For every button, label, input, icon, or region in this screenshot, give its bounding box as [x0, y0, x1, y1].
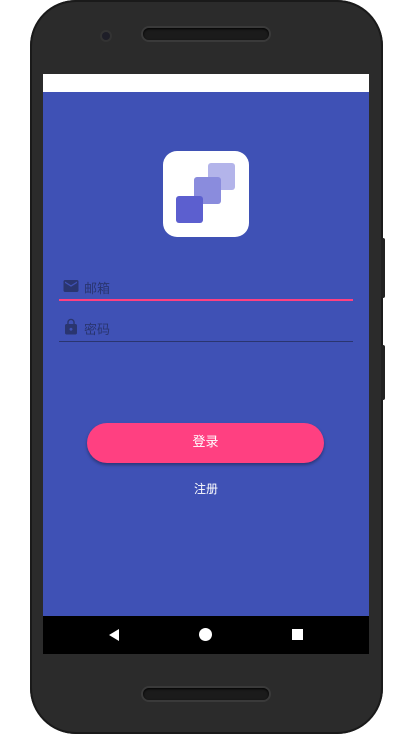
nav-home-icon[interactable] [199, 628, 212, 641]
lock-icon [65, 318, 77, 335]
power-button [381, 345, 385, 400]
nav-recent-icon[interactable] [292, 629, 303, 640]
email-underline [59, 299, 353, 301]
password-underline [59, 341, 353, 342]
app-screen: 邮箱 密码 登录 注册 [43, 74, 369, 654]
envelope-icon [63, 280, 79, 292]
nav-back-icon[interactable] [109, 629, 119, 641]
status-bar [43, 74, 369, 92]
register-link[interactable]: 注册 [176, 480, 236, 497]
email-field[interactable]: 邮箱 [59, 271, 353, 301]
volume-button [381, 238, 385, 298]
logo-square-dark [176, 196, 203, 223]
navigation-bar [43, 616, 369, 654]
login-button[interactable]: 登录 [87, 423, 324, 463]
top-speaker [143, 28, 269, 40]
front-camera [102, 32, 110, 40]
bottom-speaker [143, 688, 269, 700]
password-field[interactable]: 密码 [59, 312, 353, 342]
email-placeholder: 邮箱 [84, 282, 111, 297]
app-logo [163, 151, 249, 237]
password-placeholder: 密码 [84, 323, 111, 338]
